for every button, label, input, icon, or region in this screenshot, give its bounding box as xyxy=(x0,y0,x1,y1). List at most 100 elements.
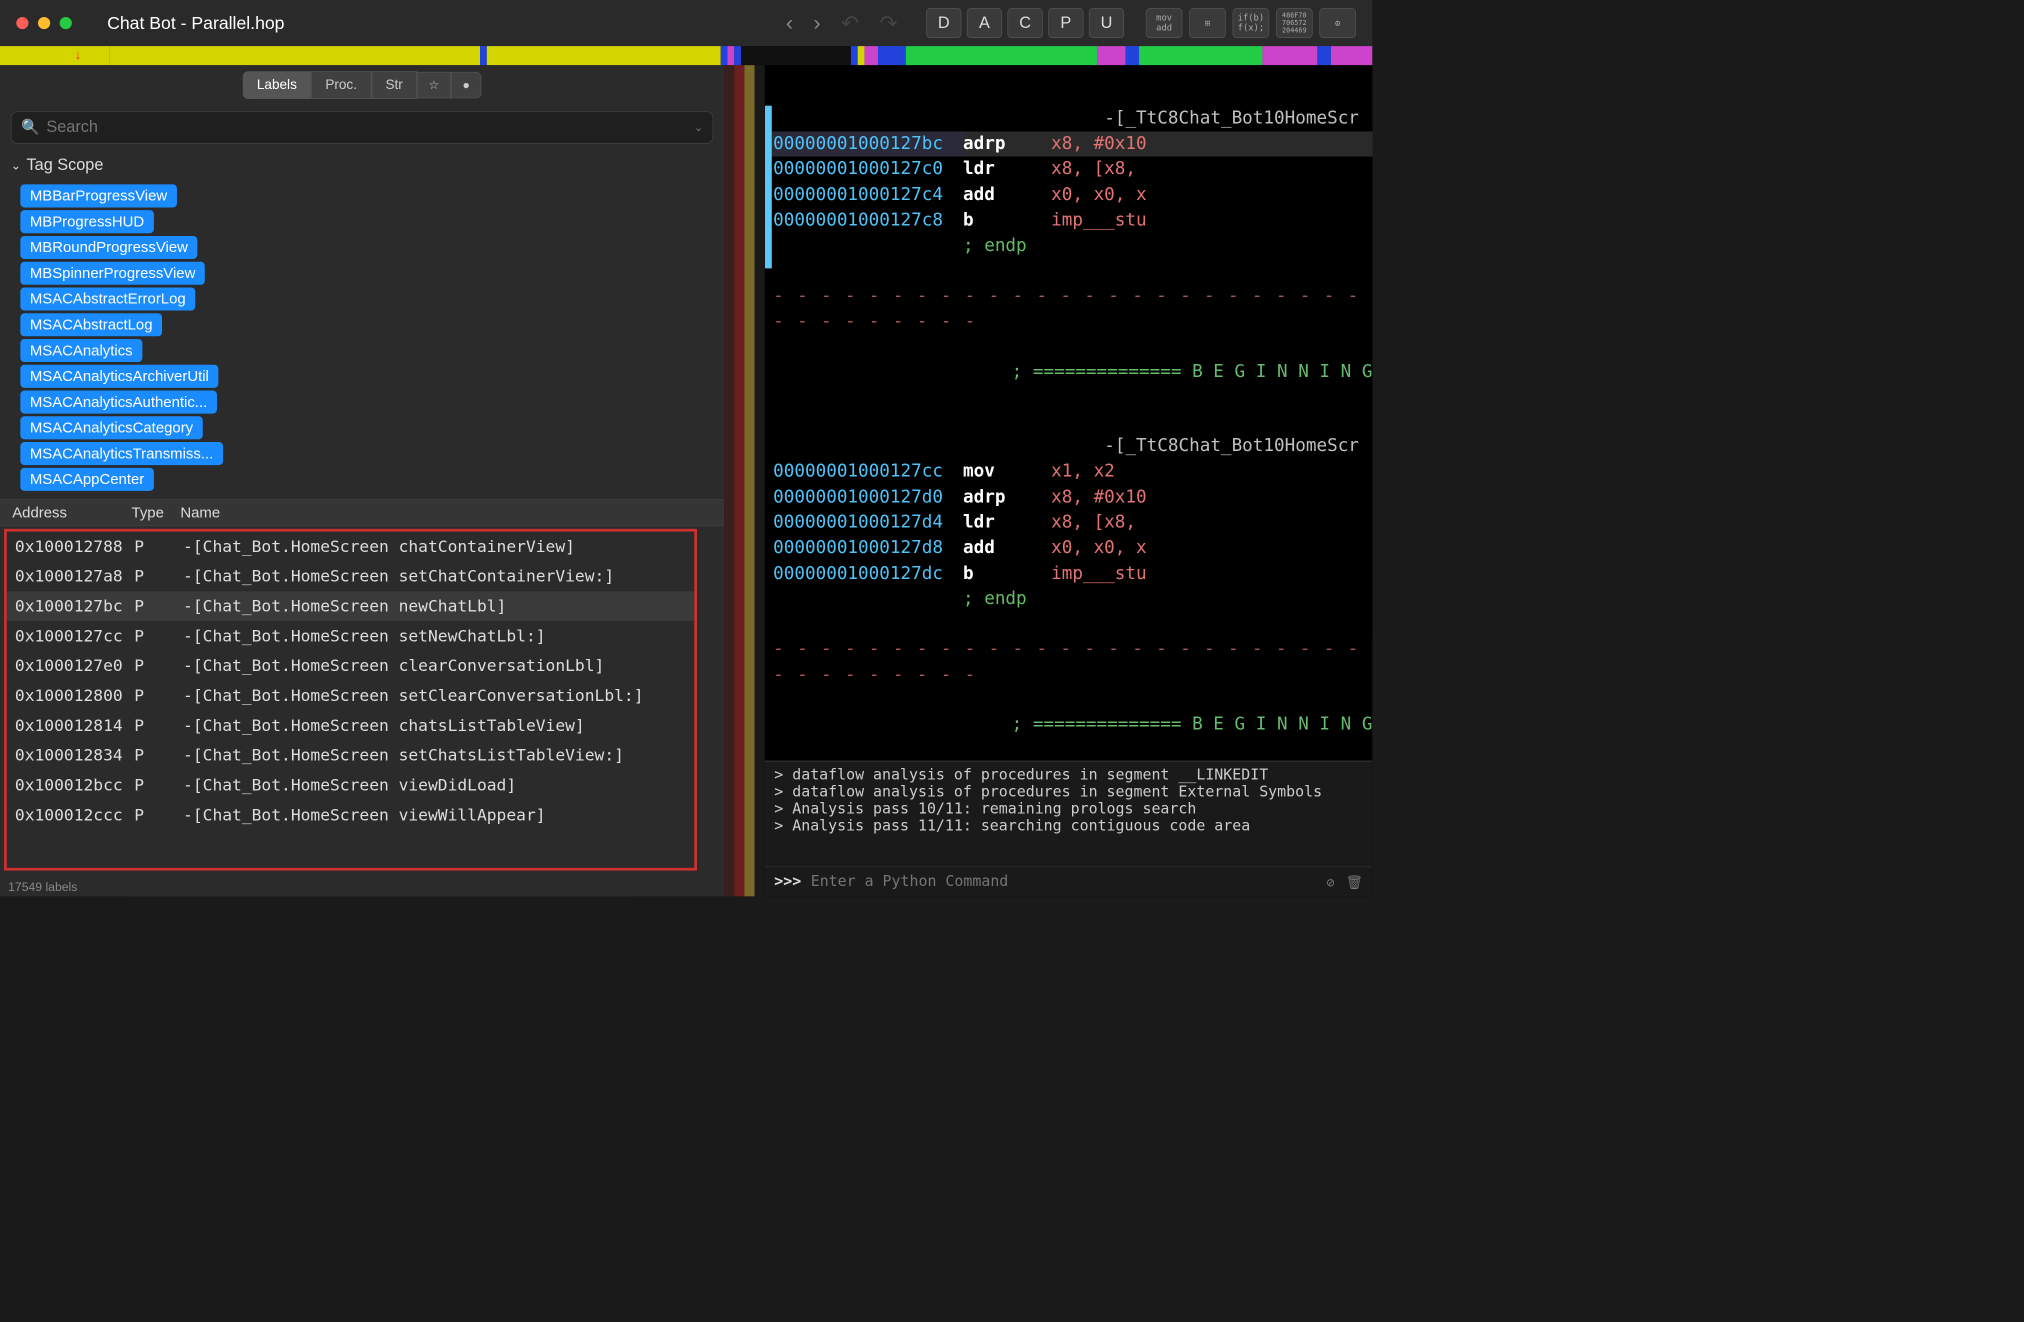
console: > dataflow analysis of procedures in seg… xyxy=(765,761,1372,897)
view-mode-c[interactable]: C xyxy=(1008,8,1043,38)
pseudocode-tool-button[interactable]: if(b) f(x); xyxy=(1233,8,1270,38)
search-input[interactable] xyxy=(46,118,687,137)
col-header-address[interactable]: Address xyxy=(12,504,131,522)
search-icon: 🔍 xyxy=(21,119,40,137)
symbols-header: Address Type Name xyxy=(0,499,724,526)
tag-item[interactable]: MSACAppCenter xyxy=(20,468,153,491)
hex-tool-button[interactable]: 486F70 706572 204469 xyxy=(1276,8,1313,38)
view-mode-buttons: D A C P U xyxy=(926,8,1124,38)
proc-label: -[_TtC8Chat_Bot10HomeScr xyxy=(1104,433,1372,459)
tag-scope-header[interactable]: ⌄ Tag Scope xyxy=(0,151,724,181)
tag-item[interactable]: MBSpinnerProgressView xyxy=(20,262,205,285)
tag-item[interactable]: MSACAnalyticsAuthentic... xyxy=(20,391,216,414)
symbol-row[interactable]: 0x1000127a8P-[Chat_Bot.HomeScreen setCha… xyxy=(7,561,694,591)
cursor-arrow-icon: ↓ xyxy=(75,47,82,63)
star-icon: ☆ xyxy=(429,78,440,92)
disasm-line[interactable]: 00000001000127d4ldrx8, [x8, xyxy=(765,510,1372,536)
section-beginning: ; ============== B E G I N N I N G xyxy=(1011,359,1372,385)
console-line: > Analysis pass 11/11: searching contigu… xyxy=(774,818,1363,835)
status-bar: 17549 labels xyxy=(0,877,724,896)
title-bar: Chat Bot - Parallel.hop ‹ › ↶ ↷ D A C P … xyxy=(0,0,1372,46)
filter-tabs: Labels Proc. Str ☆ ● xyxy=(0,65,724,104)
console-line: > dataflow analysis of procedures in seg… xyxy=(774,784,1363,801)
symbol-row[interactable]: 0x100012cccP-[Chat_Bot.HomeScreen viewWi… xyxy=(7,800,694,830)
trash-icon[interactable]: 🗑 xyxy=(1346,874,1363,890)
undo-button[interactable]: ↶ xyxy=(841,10,859,36)
symbol-row[interactable]: 0x100012bccP-[Chat_Bot.HomeScreen viewDi… xyxy=(7,770,694,800)
tag-item[interactable]: MBProgressHUD xyxy=(20,210,153,233)
gear-icon: ⚙ xyxy=(1335,18,1340,28)
section-beginning: ; ============== B E G I N N I N G xyxy=(1011,712,1372,738)
disassembly-view[interactable]: -[_TtC8Chat_Bot10HomeScr 00000001000127b… xyxy=(765,65,1372,761)
console-line: > Analysis pass 10/11: remaining prologs… xyxy=(774,801,1363,818)
symbol-row[interactable]: 0x100012834P-[Chat_Bot.HomeScreen setCha… xyxy=(7,740,694,770)
view-mode-u[interactable]: U xyxy=(1089,8,1124,38)
console-line: > dataflow analysis of procedures in seg… xyxy=(774,767,1363,784)
minimize-window-button[interactable] xyxy=(38,17,50,29)
view-mode-a[interactable]: A xyxy=(967,8,1002,38)
tag-item[interactable]: MSACAnalytics xyxy=(20,339,142,362)
labels-count: 17549 labels xyxy=(8,880,77,894)
asm-tool-button[interactable]: mov add xyxy=(1146,8,1183,38)
tag-item[interactable]: MBBarProgressView xyxy=(20,184,176,207)
tool-buttons: mov add ⊞ if(b) f(x); 486F70 706572 2044… xyxy=(1146,8,1356,38)
window-title: Chat Bot - Parallel.hop xyxy=(107,13,778,34)
console-prompt: >>> xyxy=(774,873,801,890)
disasm-line[interactable]: 00000001000127bcadrpx8, #0x10 xyxy=(765,131,1372,157)
nav-forward-button[interactable]: › xyxy=(813,10,820,36)
proc-label: -[_TtC8Chat_Bot10HomeScr xyxy=(1104,106,1372,132)
disasm-line[interactable]: 00000001000127d8addx0, x0, x xyxy=(765,536,1372,562)
filter-tab-star[interactable]: ☆ xyxy=(417,72,451,98)
nav-back-button[interactable]: ‹ xyxy=(786,10,793,36)
tag-item[interactable]: MSACAnalyticsCategory xyxy=(20,416,202,439)
search-box[interactable]: 🔍 ⌄ xyxy=(11,111,713,144)
tag-item[interactable]: MBRoundProgressView xyxy=(20,236,197,259)
symbol-row[interactable]: 0x1000127e0P-[Chat_Bot.HomeScreen clearC… xyxy=(7,651,694,681)
tag-item[interactable]: MSACAnalyticsArchiverUtil xyxy=(20,365,218,388)
clear-console-icon[interactable]: ⊘ xyxy=(1327,874,1335,890)
symbol-row[interactable]: 0x100012788P-[Chat_Bot.HomeScreen chatCo… xyxy=(7,532,694,562)
right-panel: -[_TtC8Chat_Bot10HomeScr 00000001000127b… xyxy=(765,65,1372,896)
disasm-line[interactable]: 00000001000127c8bimp___stu xyxy=(765,208,1372,234)
record-icon: ● xyxy=(463,78,470,92)
view-mode-p[interactable]: P xyxy=(1048,8,1083,38)
redo-button[interactable]: ↷ xyxy=(879,10,897,36)
maximize-window-button[interactable] xyxy=(60,17,72,29)
symbol-row[interactable]: 0x100012800P-[Chat_Bot.HomeScreen setCle… xyxy=(7,681,694,711)
tag-item[interactable]: MSACAbstractErrorLog xyxy=(20,287,195,310)
col-header-name[interactable]: Name xyxy=(180,504,712,522)
cfg-icon: ⊞ xyxy=(1205,18,1210,28)
disasm-line[interactable]: 00000001000127c4addx0, x0, x xyxy=(765,182,1372,208)
cfg-tool-button[interactable]: ⊞ xyxy=(1189,8,1226,38)
disasm-line[interactable]: 00000001000127c0ldrx8, [x8, xyxy=(765,157,1372,183)
tag-item[interactable]: MSACAbstractLog xyxy=(20,313,162,336)
symbol-row[interactable]: 0x1000127bcP-[Chat_Bot.HomeScreen newCha… xyxy=(7,591,694,621)
view-mode-d[interactable]: D xyxy=(926,8,961,38)
filter-tab-labels[interactable]: Labels xyxy=(243,71,311,99)
console-input-row: >>> ⊘ 🗑 xyxy=(765,866,1372,896)
symbol-row[interactable]: 0x1000127ccP-[Chat_Bot.HomeScreen setNew… xyxy=(7,621,694,651)
disasm-line[interactable]: 00000001000127d0adrpx8, #0x10 xyxy=(765,484,1372,510)
settings-tool-button[interactable]: ⚙ xyxy=(1319,8,1356,38)
filter-tab-record[interactable]: ● xyxy=(451,72,481,98)
section-gutter xyxy=(724,65,765,896)
tags-list: MBBarProgressView MBProgressHUD MBRoundPro… xyxy=(0,180,724,499)
disasm-line[interactable]: 00000001000127ccmovx1, x2 xyxy=(765,459,1372,485)
col-header-type[interactable]: Type xyxy=(132,504,181,522)
symbol-row[interactable]: 0x100012814P-[Chat_Bot.HomeScreen chatsL… xyxy=(7,711,694,741)
tag-item[interactable]: MSACAnalyticsTransmiss... xyxy=(20,442,222,465)
disasm-line[interactable]: 00000001000127dcbimp___stu xyxy=(765,561,1372,587)
close-window-button[interactable] xyxy=(16,17,28,29)
console-input[interactable] xyxy=(811,873,1317,890)
left-panel: Labels Proc. Str ☆ ● 🔍 ⌄ ⌄ Tag Scope MBB… xyxy=(0,65,724,896)
nav-buttons: ‹ › ↶ ↷ xyxy=(786,10,898,36)
tag-scope-label: Tag Scope xyxy=(27,156,104,175)
console-output[interactable]: > dataflow analysis of procedures in seg… xyxy=(765,761,1372,866)
separator: - - - - - - - - - - - - - - - - - - - - … xyxy=(765,283,1372,334)
chevron-down-icon: ⌄ xyxy=(11,158,21,172)
overview-bar[interactable]: ↓ xyxy=(0,46,1372,65)
filter-tab-str[interactable]: Str xyxy=(371,71,417,99)
chevron-down-icon[interactable]: ⌄ xyxy=(694,121,703,135)
traffic-lights xyxy=(16,17,72,29)
filter-tab-proc[interactable]: Proc. xyxy=(311,71,371,99)
